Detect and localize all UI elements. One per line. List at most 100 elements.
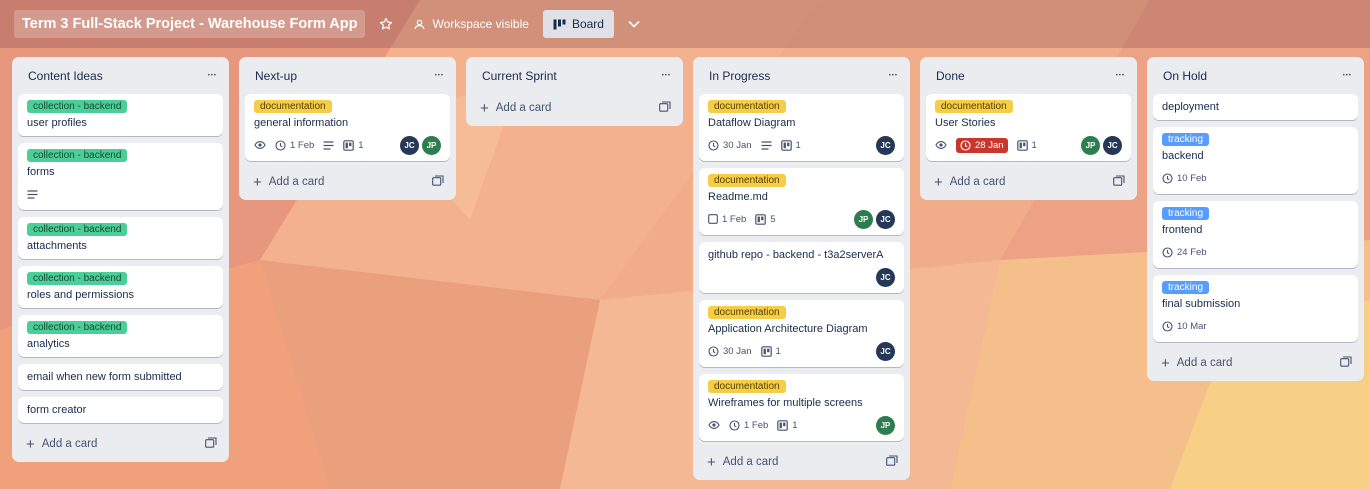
card[interactable]: collection - backend attachments (18, 217, 223, 259)
card[interactable]: collection - backend user profiles (18, 94, 223, 136)
card-label[interactable]: collection - backend (27, 272, 128, 285)
card-label[interactable]: tracking (1162, 207, 1210, 220)
card[interactable]: github repo - backend - t3a2serverA JC (699, 242, 904, 293)
card-label[interactable]: documentation (708, 174, 786, 187)
avatar[interactable]: JP (876, 415, 895, 435)
avatar[interactable]: JP (1081, 135, 1100, 155)
card[interactable]: tracking final submission 10 Mar (1153, 275, 1358, 342)
card-label[interactable]: documentation (935, 100, 1013, 113)
board-link-icon (1016, 139, 1028, 151)
avatar[interactable]: JC (876, 135, 895, 155)
due-date-badge[interactable]: 24 Feb (1162, 247, 1207, 258)
start-date-badge[interactable]: 1 Feb (708, 214, 746, 225)
card-badges (27, 184, 214, 204)
add-card-button[interactable]: + Add a card (480, 101, 551, 116)
due-date-badge[interactable]: 10 Feb (1162, 173, 1207, 184)
card-badges: 1 Feb 5 JP JC (708, 209, 895, 229)
card-label[interactable]: collection - backend (27, 223, 128, 236)
trello-card-badge: 1 (1016, 139, 1037, 151)
clock-icon (708, 345, 719, 357)
card-template-icon[interactable] (1113, 175, 1125, 189)
list-title[interactable]: On Hold (1163, 69, 1207, 83)
list-menu-icon[interactable]: ••• (662, 73, 671, 79)
avatar[interactable]: JP (422, 135, 441, 155)
avatar[interactable]: JC (876, 341, 895, 361)
view-switcher-button[interactable] (622, 10, 646, 38)
list-menu-icon[interactable]: ••• (435, 73, 444, 79)
board-link-icon (755, 213, 767, 225)
due-date-badge[interactable]: 30 Jan (708, 140, 752, 151)
card[interactable]: collection - backend analytics (18, 315, 223, 357)
card[interactable]: email when new form submitted (18, 364, 223, 390)
card[interactable]: documentation Readme.md 1 Feb 5 JP JC (699, 168, 904, 235)
card[interactable]: form creator (18, 397, 223, 423)
avatar[interactable]: JC (876, 209, 895, 229)
due-date-text: 1 Feb (290, 139, 315, 151)
card-label[interactable]: collection - backend (27, 100, 128, 113)
avatar[interactable]: JP (854, 209, 873, 229)
due-date-badge[interactable]: 10 Mar (1162, 321, 1207, 332)
badge-count: 1 (775, 345, 781, 357)
list-menu-icon[interactable]: ••• (889, 73, 898, 79)
board-view-button[interactable]: Board (542, 10, 614, 38)
card-label[interactable]: documentation (254, 100, 332, 113)
board-icon (553, 19, 566, 30)
avatar[interactable]: JC (1103, 135, 1122, 155)
list-title[interactable]: Done (936, 69, 965, 83)
add-card-button[interactable]: + Add a card (1161, 356, 1232, 371)
add-card-button[interactable]: + Add a card (707, 455, 778, 470)
visibility-button[interactable]: Workspace visible (407, 10, 534, 38)
list-menu-icon[interactable]: ••• (208, 73, 217, 79)
card-label[interactable]: documentation (708, 100, 786, 113)
list-title[interactable]: In Progress (709, 69, 770, 83)
card[interactable]: documentation User Stories 28 Jan 1 JP JC (926, 94, 1131, 161)
card-label[interactable]: collection - backend (27, 321, 128, 334)
card-label[interactable]: collection - backend (27, 149, 128, 162)
card-template-icon[interactable] (886, 455, 898, 469)
list-title[interactable]: Next-up (255, 69, 297, 83)
avatar[interactable]: JC (876, 267, 895, 287)
add-card-button[interactable]: + Add a card (26, 437, 97, 452)
card-template-icon[interactable] (659, 101, 671, 115)
card[interactable]: documentation Wireframes for multiple scr… (699, 374, 904, 441)
description-icon (761, 140, 772, 150)
card-template-icon[interactable] (1340, 356, 1352, 370)
card-title: forms (27, 166, 55, 178)
card[interactable]: documentation general information 1 Feb 1 JC… (245, 94, 450, 161)
list-menu-icon[interactable]: ••• (1116, 73, 1125, 79)
card-template-icon[interactable] (432, 175, 444, 189)
card-label[interactable]: documentation (708, 306, 786, 319)
card[interactable]: collection - backend forms (18, 143, 223, 210)
card[interactable]: documentation Dataflow Diagram 30 Jan 1 JC (699, 94, 904, 161)
due-date-badge[interactable]: 1 Feb (275, 140, 314, 151)
card[interactable]: tracking backend 10 Feb (1153, 127, 1358, 194)
card-badges: 28 Jan 1 JP JC (935, 135, 1122, 155)
board-title[interactable]: Term 3 Full-Stack Project - Warehouse Fo… (14, 10, 366, 38)
avatar[interactable]: JC (400, 135, 419, 155)
star-button[interactable] (373, 10, 399, 38)
overdue-date-badge[interactable]: 28 Jan (956, 137, 1008, 153)
card[interactable]: tracking frontend 24 Feb (1153, 201, 1358, 268)
card[interactable]: deployment (1153, 94, 1358, 120)
card-title: frontend (1162, 224, 1203, 236)
list-header: Content Ideas ••• (18, 57, 223, 94)
list-menu-icon[interactable]: ••• (1343, 73, 1352, 79)
card-label[interactable]: documentation (708, 380, 786, 393)
list-title[interactable]: Content Ideas (28, 69, 103, 83)
list-content-ideas: Content Ideas ••• collection - backend user… (12, 57, 229, 462)
board-header: Term 3 Full-Stack Project - Warehouse Fo… (0, 0, 1370, 48)
card-template-icon[interactable] (205, 437, 217, 451)
due-date-badge[interactable]: 30 Jan (708, 346, 752, 357)
due-date-text: 10 Mar (1177, 320, 1207, 332)
due-date-badge[interactable]: 1 Feb (729, 420, 768, 431)
add-card-button[interactable]: + Add a card (934, 175, 1005, 190)
add-card-button[interactable]: + Add a card (253, 175, 324, 190)
card[interactable]: collection - backend roles and permission… (18, 266, 223, 308)
clock-icon (275, 139, 286, 151)
card-label[interactable]: tracking (1162, 281, 1210, 294)
card-members: JC (876, 267, 895, 287)
card[interactable]: documentation Application Architecture Di… (699, 300, 904, 367)
list-title[interactable]: Current Sprint (482, 69, 557, 83)
card-label[interactable]: tracking (1162, 133, 1210, 146)
add-card-row: + Add a card (472, 94, 677, 120)
